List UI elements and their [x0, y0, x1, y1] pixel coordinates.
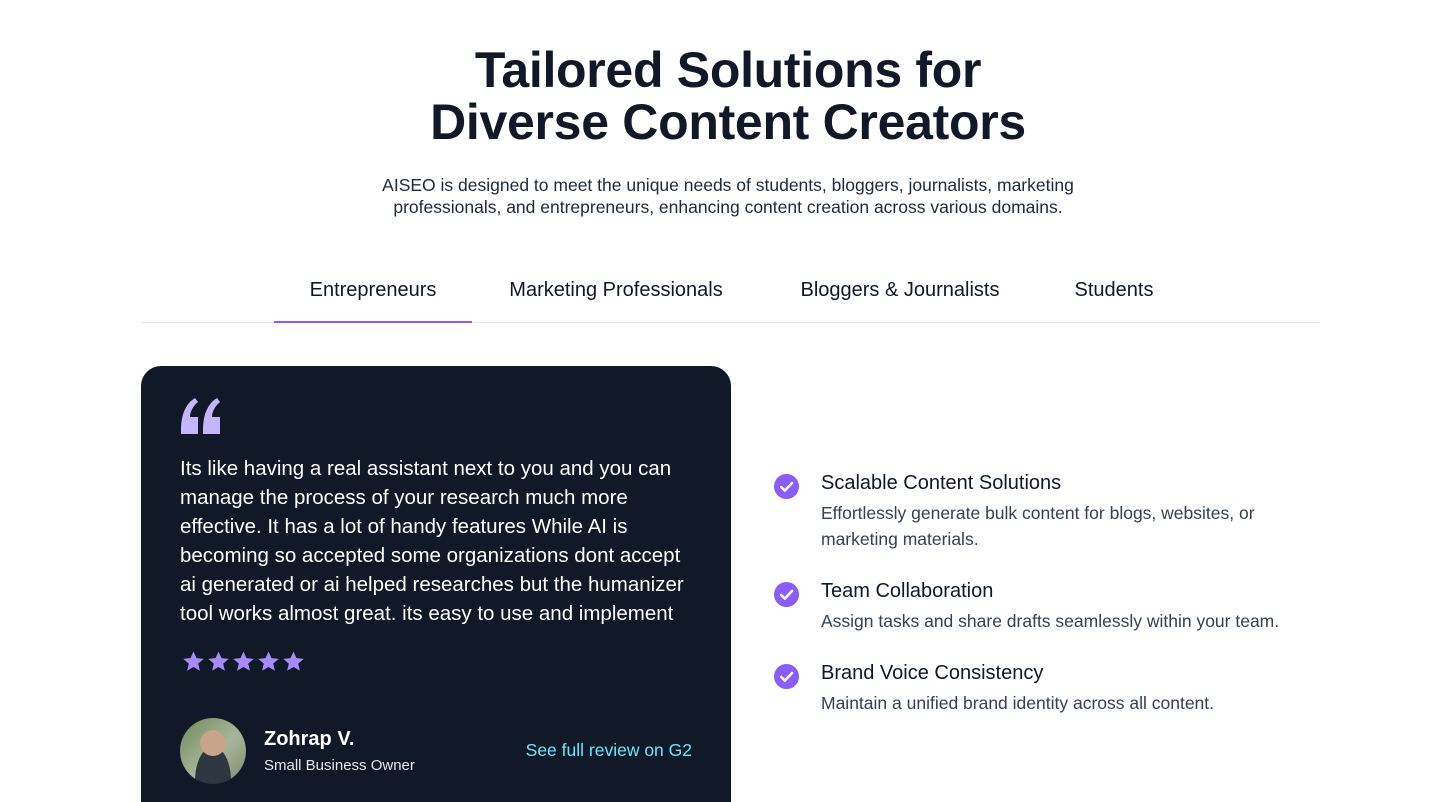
reviewer-avatar: [180, 718, 246, 784]
reviewer-name: Zohrap V.: [264, 728, 355, 750]
feature-description: Maintain a unified brand identity across…: [821, 693, 1215, 713]
tab-label: Marketing Professionals: [509, 279, 723, 301]
testimonial-quote: Its like having a real assistant next to…: [180, 457, 684, 625]
check-circle-icon: [773, 473, 800, 500]
page-title: Tailored Solutions for Diverse Content C…: [0, 44, 1456, 148]
quote-icon: [181, 398, 220, 434]
tab-students[interactable]: Students: [1064, 270, 1164, 322]
title-line-2: Diverse Content Creators: [430, 94, 1026, 150]
feature-description: Effortlessly generate bulk content for b…: [821, 503, 1255, 549]
tab-marketing-professionals[interactable]: Marketing Professionals: [496, 270, 736, 322]
reviewer-role: Small Business Owner: [264, 757, 415, 774]
title-line-1: Tailored Solutions for: [474, 42, 982, 98]
star-icon: [208, 651, 229, 671]
tab-label: Bloggers & Journalists: [800, 279, 1000, 301]
page: Tailored Solutions for Diverse Content C…: [0, 0, 1456, 802]
feature-title: Brand Voice Consistency: [821, 662, 1044, 684]
check-circle-icon: [773, 581, 800, 608]
rating-stars: [182, 650, 305, 673]
tab-bloggers-journalists[interactable]: Bloggers & Journalists: [789, 270, 1011, 322]
star-icon: [183, 651, 204, 671]
star-icon: [258, 651, 279, 671]
star-icon: [283, 651, 304, 671]
tab-label: Students: [1074, 279, 1154, 301]
star-icon: [233, 651, 254, 671]
audience-tabs: Entrepreneurs Marketing Professionals Bl…: [141, 270, 1320, 323]
feature-title: Team Collaboration: [821, 580, 994, 602]
feature-title: Scalable Content Solutions: [821, 472, 1062, 494]
page-subtitle: AISEO is designed to meet the unique nee…: [382, 175, 1074, 217]
see-full-review-link[interactable]: See full review on G2: [526, 740, 692, 761]
feature-description: Assign tasks and share drafts seamlessly…: [821, 611, 1280, 631]
tab-label: Entrepreneurs: [309, 279, 437, 301]
testimonial-card: Its like having a real assistant next to…: [141, 366, 731, 802]
check-circle-icon: [773, 663, 800, 690]
tab-entrepreneurs[interactable]: Entrepreneurs: [274, 270, 472, 323]
